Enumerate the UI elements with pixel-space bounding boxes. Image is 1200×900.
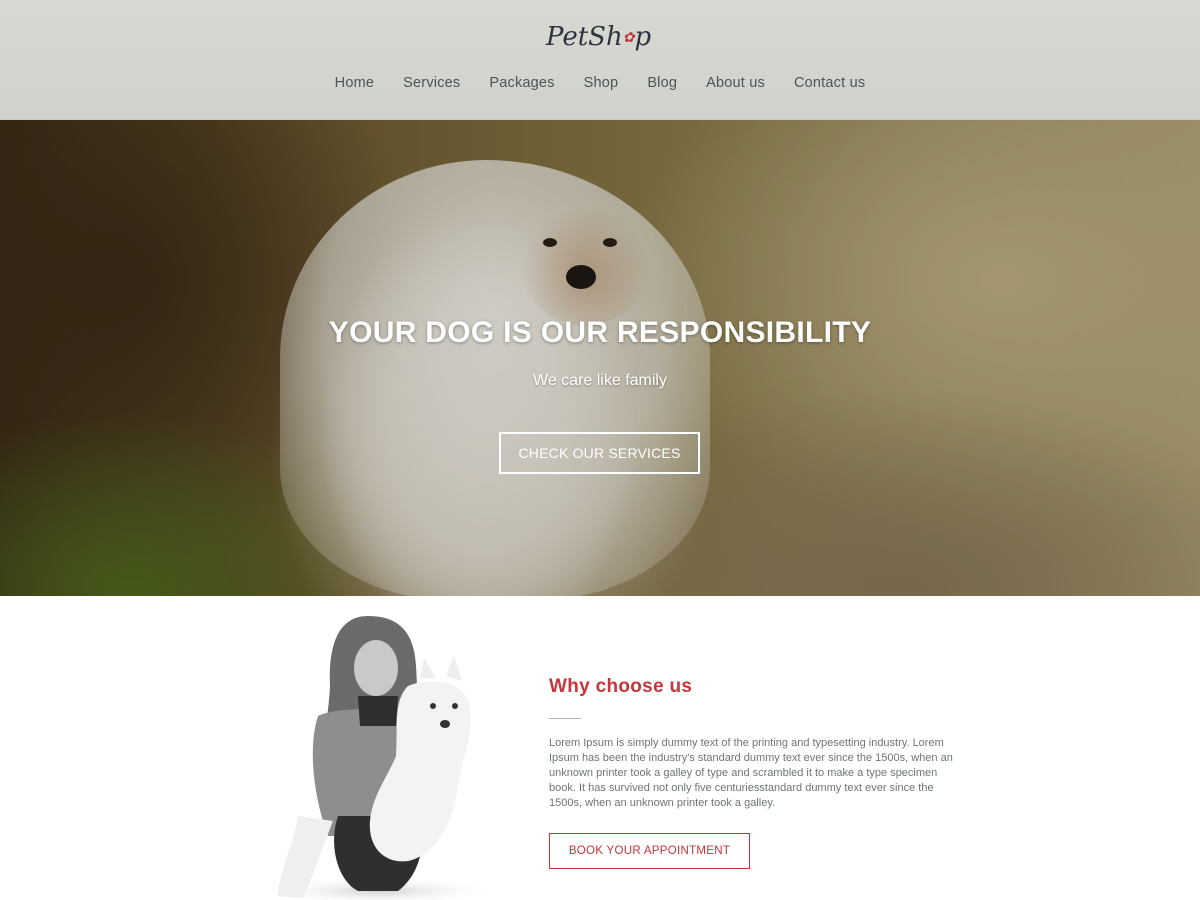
- nav-blog[interactable]: Blog: [647, 75, 677, 95]
- why-choose-us-section: Why choose us Lorem Ipsum is simply dumm…: [0, 596, 1200, 900]
- hero-subtitle: We care like family: [533, 372, 667, 389]
- paw-icon: ✿: [622, 30, 635, 46]
- hero-overlay: [0, 120, 1200, 596]
- logo-text: PetSh: [546, 22, 623, 52]
- woman-with-dog-photo: [258, 616, 498, 900]
- why-choose-us-text: Lorem Ipsum is simply dummy text of the …: [549, 737, 953, 809]
- nav-services[interactable]: Services: [403, 75, 460, 95]
- nav-about-us[interactable]: About us: [706, 75, 765, 95]
- site-header: PetSh✿p Home Services Packages Shop Blog…: [0, 0, 1200, 120]
- logo-suffix: p: [634, 22, 652, 52]
- site-logo[interactable]: PetSh✿p: [546, 22, 656, 58]
- hero-title: YOUR DOG IS OUR RESPONSIBILITY: [328, 316, 872, 349]
- check-services-button[interactable]: CHECK OUR SERVICES: [499, 432, 700, 474]
- why-choose-us-title: Why choose us: [549, 676, 693, 697]
- nav-packages[interactable]: Packages: [489, 75, 554, 95]
- nav-home[interactable]: Home: [335, 75, 374, 95]
- nav-shop[interactable]: Shop: [584, 75, 619, 95]
- title-divider: [549, 718, 581, 719]
- main-nav: Home Services Packages Shop Blog About u…: [0, 75, 1200, 95]
- hero-banner: YOUR DOG IS OUR RESPONSIBILITY We care l…: [0, 120, 1200, 596]
- book-appointment-button[interactable]: BOOK YOUR APPOINTMENT: [549, 833, 750, 869]
- nav-contact-us[interactable]: Contact us: [794, 75, 865, 95]
